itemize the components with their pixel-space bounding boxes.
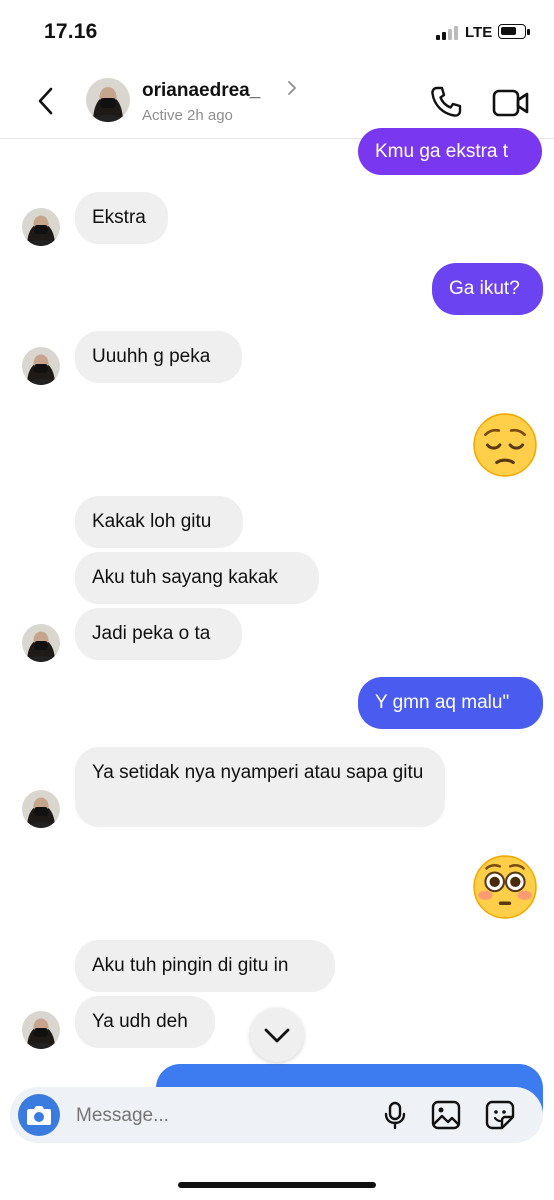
outgoing-message[interactable]: Y gmn aq malu" xyxy=(358,677,543,729)
microphone-icon[interactable] xyxy=(380,1100,410,1130)
back-icon[interactable] xyxy=(32,86,62,116)
signal-icon xyxy=(436,26,458,40)
avatar xyxy=(22,624,60,662)
avatar xyxy=(22,208,60,246)
message-composer[interactable] xyxy=(10,1087,543,1143)
video-camera-icon[interactable] xyxy=(492,86,530,120)
incoming-message[interactable]: Ya setidak nya nyamperi atau sapa gitu xyxy=(75,747,445,827)
camera-icon xyxy=(27,1106,51,1125)
battery-icon xyxy=(498,24,530,39)
incoming-message[interactable]: Jadi peka o ta xyxy=(75,608,242,660)
network-label: LTE xyxy=(465,24,493,41)
presence-status: Active 2h ago xyxy=(142,107,233,124)
avatar xyxy=(22,1011,60,1049)
gallery-icon[interactable] xyxy=(430,1099,462,1131)
outgoing-message[interactable]: Ga ikut? xyxy=(432,263,543,315)
flushed-face-emoji[interactable] xyxy=(472,854,538,920)
sticker-icon[interactable] xyxy=(484,1099,516,1131)
pensive-face-emoji[interactable] xyxy=(472,412,538,478)
phone-icon[interactable] xyxy=(428,84,464,120)
camera-button[interactable] xyxy=(18,1094,60,1136)
avatar[interactable] xyxy=(86,78,130,122)
chevron-right-icon[interactable] xyxy=(286,80,298,96)
chevron-down-icon xyxy=(264,1028,290,1043)
incoming-message[interactable]: Kakak loh gitu xyxy=(75,496,243,548)
contact-name[interactable]: orianaedrea_ xyxy=(142,80,260,102)
outgoing-message[interactable]: Kmu ga ekstra t xyxy=(358,128,542,175)
incoming-message[interactable]: Aku tuh pingin di gitu in xyxy=(75,940,335,992)
status-bar: 17.16 LTE xyxy=(0,0,554,66)
incoming-message[interactable]: Aku tuh sayang kakak xyxy=(75,552,319,604)
home-indicator xyxy=(178,1182,376,1188)
incoming-message[interactable]: Ekstra xyxy=(75,192,168,244)
message-input[interactable] xyxy=(74,1101,368,1131)
scroll-to-bottom-button[interactable] xyxy=(250,1008,304,1062)
avatar xyxy=(22,790,60,828)
status-time: 17.16 xyxy=(44,20,98,43)
incoming-message[interactable]: Ya udh deh xyxy=(75,996,215,1048)
incoming-message[interactable]: Uuuhh g peka xyxy=(75,331,242,383)
avatar xyxy=(22,347,60,385)
